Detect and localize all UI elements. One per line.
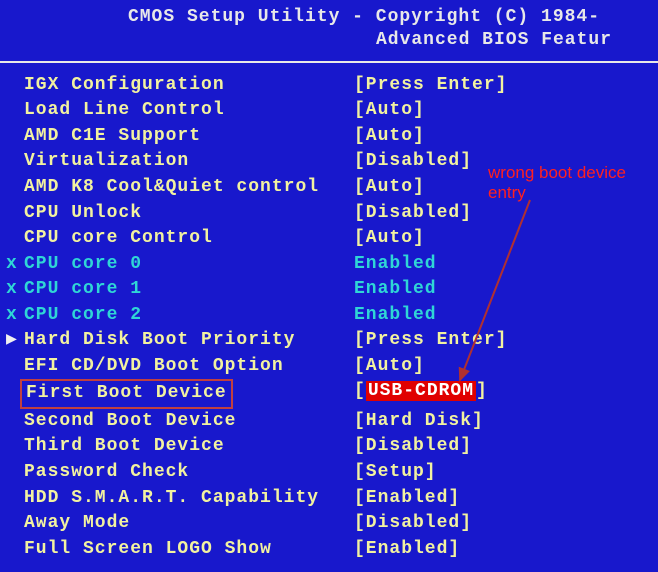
row-marker xyxy=(6,175,24,201)
row-marker: ▶ xyxy=(6,328,24,354)
annotation-text-1: wrong boot device xyxy=(488,163,626,183)
setting-value: [Auto] xyxy=(354,354,425,380)
setting-row[interactable]: First Boot Device[USB-CDROM] xyxy=(6,379,658,409)
setting-value: [Disabled] xyxy=(354,149,472,175)
setting-row[interactable]: CPU Unlock[Disabled] xyxy=(6,201,658,227)
setting-value: [Disabled] xyxy=(354,434,472,460)
setting-value: [Press Enter] xyxy=(354,73,507,99)
row-marker xyxy=(6,409,24,435)
setting-label: CPU core 1 xyxy=(24,277,354,303)
highlight-value: USB-CDROM xyxy=(366,381,476,401)
setting-value: [Setup] xyxy=(354,460,437,486)
setting-value: [Enabled] xyxy=(354,486,460,512)
setting-value: [Auto] xyxy=(354,226,425,252)
setting-row[interactable]: IGX Configuration[Press Enter] xyxy=(6,73,658,99)
setting-row[interactable]: Load Line Control[Auto] xyxy=(6,98,658,124)
setting-row[interactable]: xCPU core 0 Enabled xyxy=(6,252,658,278)
setting-value: [Hard Disk] xyxy=(354,409,484,435)
setting-label: Hard Disk Boot Priority xyxy=(24,328,354,354)
annotation-text-2: entry xyxy=(488,183,526,203)
row-marker xyxy=(6,149,24,175)
setting-label: Load Line Control xyxy=(24,98,354,124)
setting-row[interactable]: xCPU core 2 Enabled xyxy=(6,303,658,329)
row-marker xyxy=(6,201,24,227)
setting-label: CPU Unlock xyxy=(24,201,354,227)
setting-value: Enabled xyxy=(354,303,437,329)
setting-row[interactable]: Password Check[Setup] xyxy=(6,460,658,486)
row-marker xyxy=(6,73,24,99)
row-marker xyxy=(6,460,24,486)
setting-row[interactable]: EFI CD/DVD Boot Option[Auto] xyxy=(6,354,658,380)
setting-value: [Press Enter] xyxy=(354,328,507,354)
setting-label: CPU core 0 xyxy=(24,252,354,278)
row-marker xyxy=(6,354,24,380)
setting-value: [Disabled] xyxy=(354,511,472,537)
row-marker xyxy=(6,486,24,512)
setting-label: IGX Configuration xyxy=(24,73,354,99)
setting-value: [Disabled] xyxy=(354,201,472,227)
setting-label: EFI CD/DVD Boot Option xyxy=(24,354,354,380)
setting-value: Enabled xyxy=(354,252,437,278)
setting-row[interactable]: HDD S.M.A.R.T. Capability[Enabled] xyxy=(6,486,658,512)
setting-label: Password Check xyxy=(24,460,354,486)
settings-list: IGX Configuration[Press Enter]Load Line … xyxy=(0,73,658,562)
setting-row[interactable]: Away Mode[Disabled] xyxy=(6,511,658,537)
row-marker xyxy=(6,226,24,252)
bios-header: CMOS Setup Utility - Copyright (C) 1984-… xyxy=(0,0,658,57)
setting-label: Away Mode xyxy=(24,511,354,537)
setting-row[interactable]: Full Screen LOGO Show[Enabled] xyxy=(6,537,658,563)
header-title: CMOS Setup Utility - Copyright (C) 1984- xyxy=(0,6,658,29)
setting-row[interactable]: ▶Hard Disk Boot Priority[Press Enter] xyxy=(6,328,658,354)
setting-label: Second Boot Device xyxy=(24,409,354,435)
header-divider xyxy=(0,61,658,63)
setting-value: [Enabled] xyxy=(354,537,460,563)
setting-row[interactable]: Third Boot Device[Disabled] xyxy=(6,434,658,460)
setting-label: Full Screen LOGO Show xyxy=(24,537,354,563)
setting-label: AMD C1E Support xyxy=(24,124,354,150)
setting-value: [USB-CDROM] xyxy=(354,379,488,409)
row-marker xyxy=(6,511,24,537)
header-subtitle: Advanced BIOS Featur xyxy=(0,29,658,52)
setting-value: [Auto] xyxy=(354,175,425,201)
setting-label: CPU core Control xyxy=(24,226,354,252)
row-marker xyxy=(6,98,24,124)
setting-label: HDD S.M.A.R.T. Capability xyxy=(24,486,354,512)
setting-value: [Auto] xyxy=(354,98,425,124)
row-marker: x xyxy=(6,252,24,278)
row-marker xyxy=(6,434,24,460)
setting-row[interactable]: AMD C1E Support[Auto] xyxy=(6,124,658,150)
row-marker: x xyxy=(6,277,24,303)
setting-row[interactable]: xCPU core 1 Enabled xyxy=(6,277,658,303)
setting-label: First Boot Device xyxy=(24,379,354,409)
setting-value: Enabled xyxy=(354,277,437,303)
setting-label: CPU core 2 xyxy=(24,303,354,329)
setting-label: AMD K8 Cool&Quiet control xyxy=(24,175,354,201)
row-marker: x xyxy=(6,303,24,329)
row-marker xyxy=(6,537,24,563)
setting-label: Third Boot Device xyxy=(24,434,354,460)
setting-row[interactable]: CPU core Control[Auto] xyxy=(6,226,658,252)
highlight-box: First Boot Device xyxy=(20,379,233,409)
setting-label: Virtualization xyxy=(24,149,354,175)
row-marker xyxy=(6,124,24,150)
setting-row[interactable]: Second Boot Device[Hard Disk] xyxy=(6,409,658,435)
setting-value: [Auto] xyxy=(354,124,425,150)
